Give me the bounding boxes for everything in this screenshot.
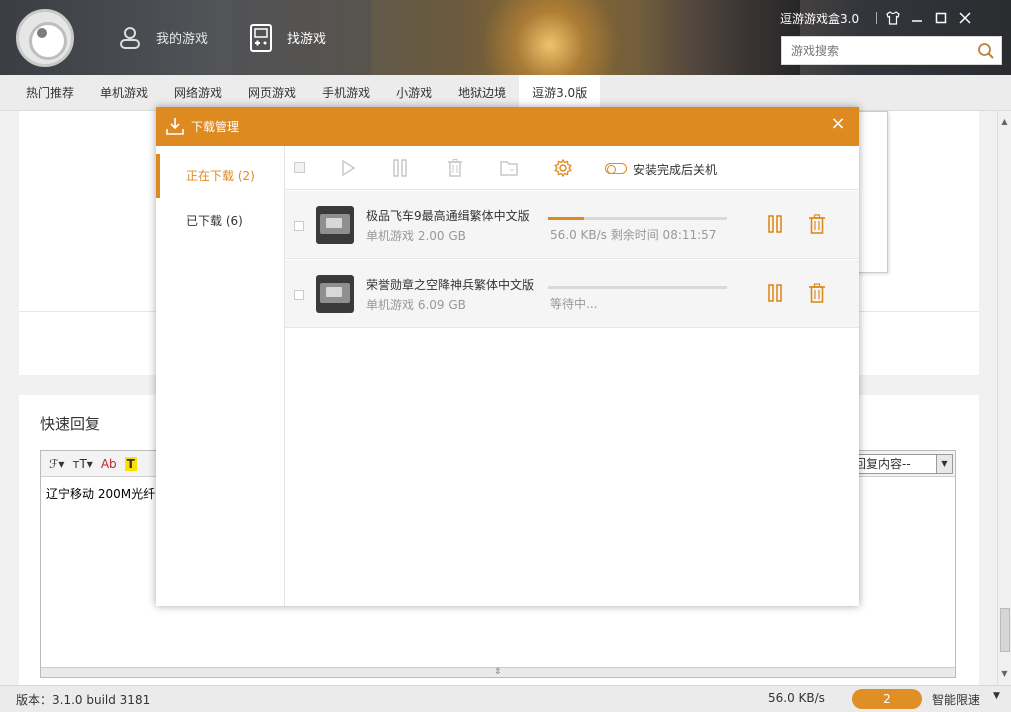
open-folder-icon[interactable] [499, 158, 519, 178]
nav-find-games[interactable]: 找游戏 [231, 0, 371, 75]
game-name: 极品飞车9最高通缉繁体中文版 [366, 209, 530, 223]
dialog-header: 下载管理 × [156, 107, 859, 146]
title-bar: 我的游戏 找游戏 逗游游戏盒3.0 [0, 0, 1011, 75]
page-scrollbar[interactable]: ▲ ▼ [997, 111, 1011, 685]
trash-icon[interactable] [808, 283, 826, 303]
download-toolbar: 安装完成后关机 [285, 146, 859, 190]
download-status: 等待中... [550, 297, 598, 311]
font-size-button[interactable]: ᴛT▾ [72, 457, 92, 471]
dialog-close-icon[interactable]: × [829, 113, 847, 135]
editor-resize-handle[interactable]: ⇳ [41, 667, 955, 677]
highlight-button[interactable]: T [124, 456, 137, 471]
quick-reply-title: 快速回复 [40, 415, 101, 433]
search-input[interactable] [782, 37, 972, 64]
pause-icon[interactable] [766, 283, 784, 303]
tab-hot[interactable]: 热门推荐 [0, 75, 87, 111]
app-logo-icon[interactable] [16, 9, 74, 67]
speed-limit-chevron-icon[interactable]: ▼ [993, 691, 1000, 701]
close-window-icon[interactable] [953, 8, 977, 28]
trash-icon[interactable] [808, 214, 826, 234]
shutdown-toggle[interactable] [605, 163, 627, 174]
version-text: 版本：3.1.0 build 3181 [16, 693, 151, 707]
window-controls [876, 8, 977, 28]
tab-online[interactable]: 网络游戏 [161, 75, 235, 111]
category-tabs: 热门推荐 单机游戏 网络游戏 网页游戏 手机游戏 小游戏 地狱边境 逗游3.0版 [0, 75, 1011, 111]
nav-my-games-label: 我的游戏 [156, 32, 209, 47]
text-color-button[interactable]: Ab [101, 457, 117, 471]
handheld-console-icon [247, 23, 275, 52]
tab-douyou-3[interactable]: 逗游3.0版 [519, 75, 601, 111]
progress-bar [548, 286, 727, 289]
tab-mobile[interactable]: 手机游戏 [309, 75, 383, 111]
row-checkbox[interactable] [294, 290, 304, 300]
dialog-sidebar: 正在下载 (2) 已下载 (6) [156, 146, 285, 606]
game-cover-image [316, 206, 354, 244]
header-banner-shade [640, 0, 800, 75]
tab-web-games[interactable]: 网页游戏 [235, 75, 309, 111]
row-checkbox[interactable] [294, 221, 304, 231]
chevron-down-icon: ▼ [936, 455, 952, 473]
search-icon[interactable] [977, 42, 995, 60]
download-row: 极品飞车9最高通缉繁体中文版 单机游戏 2.00 GB 56.0 KB/s 剩余… [285, 191, 859, 259]
download-count-badge[interactable]: 2 [852, 689, 922, 709]
download-status: 56.0 KB/s 剩余时间 08:11:57 [550, 228, 717, 242]
skin-icon[interactable] [881, 8, 905, 28]
status-bar: 版本：3.1.0 build 3181 56.0 KB/s 2 智能限速 ▼ [0, 685, 1011, 712]
shutdown-label: 安装完成后关机 [633, 163, 718, 177]
game-meta: 单机游戏 2.00 GB [366, 229, 466, 243]
dialog-title: 下载管理 [191, 120, 240, 134]
delete-all-icon[interactable] [445, 158, 465, 178]
header-banner-glow [470, 0, 630, 75]
scroll-thumb[interactable] [1000, 608, 1010, 652]
sidebar-item-downloaded[interactable]: 已下载 (6) [156, 199, 284, 243]
download-manager-dialog: 下载管理 × 正在下载 (2) 已下载 (6) 安装完成后关机 极品飞车9最高通… [156, 107, 859, 606]
sidebar-item-downloading[interactable]: 正在下载 (2) [156, 154, 284, 198]
minimize-icon[interactable] [905, 8, 929, 28]
download-icon [166, 117, 184, 135]
nav-my-games[interactable]: 我的游戏 [100, 0, 230, 75]
tab-mini[interactable]: 小游戏 [383, 75, 445, 111]
game-meta: 单机游戏 6.09 GB [366, 298, 466, 312]
gamepad-user-icon [116, 24, 144, 52]
search-box [781, 36, 1002, 65]
tab-single-player[interactable]: 单机游戏 [87, 75, 161, 111]
pause-icon[interactable] [766, 214, 784, 234]
speed-limit-toggle[interactable]: 智能限速 [932, 691, 980, 708]
scroll-down-icon[interactable]: ▼ [998, 667, 1011, 681]
download-row: 荣誉勋章之空降神兵繁体中文版 单机游戏 6.09 GB 等待中... [285, 260, 859, 328]
app-title: 逗游游戏盒3.0 [780, 12, 860, 26]
progress-bar [548, 217, 727, 220]
tab-limbo[interactable]: 地狱边境 [445, 75, 519, 111]
scroll-up-icon[interactable]: ▲ [998, 115, 1011, 129]
nav-find-games-label: 找游戏 [287, 32, 327, 47]
game-name: 荣誉勋章之空降神兵繁体中文版 [366, 278, 535, 292]
select-all-checkbox[interactable] [294, 162, 305, 173]
download-speed: 56.0 KB/s [768, 691, 825, 705]
maximize-icon[interactable] [929, 8, 953, 28]
pause-all-icon[interactable] [390, 158, 410, 178]
settings-gear-icon[interactable] [553, 158, 573, 178]
editor-body-text[interactable]: 辽宁移动 200M光纤 [46, 485, 155, 502]
font-family-button[interactable]: ℱ▾ [49, 457, 64, 471]
game-cover-image [316, 275, 354, 313]
start-all-icon[interactable] [338, 158, 358, 178]
